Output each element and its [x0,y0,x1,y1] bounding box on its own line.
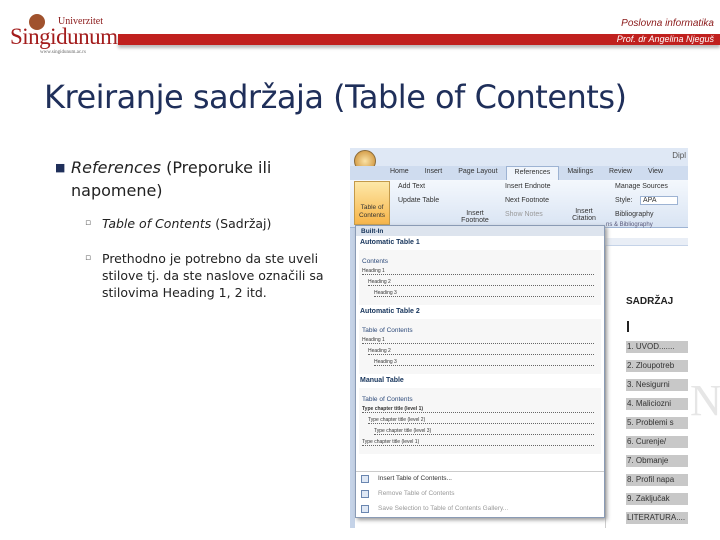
toc-entry: 5. Problemi s [626,417,688,429]
watermark: NI [690,376,720,425]
document-page[interactable]: SADRŽAJ 1. UVOD....... 2. Zloupotreb 3. … [605,246,688,528]
gallery-item-manual[interactable]: Manual Table Table of Contents Type chap… [356,374,604,454]
ribbon: Table of Contents Add Text Update Table … [350,180,688,228]
menu-label: Save Selection to Table of Contents Gall… [378,505,509,512]
insert-toc-icon [361,475,369,483]
table-of-contents-button[interactable]: Table of Contents [354,181,390,225]
tab-home[interactable]: Home [382,166,417,180]
course-name: Poslovna informatika [621,18,714,29]
university-logo: Univerzitet Singidunum www.singidunum.ac… [10,14,120,55]
ribbon-tabs: Home Insert Page Layout References Maili… [350,166,688,180]
toc-entry: 7. Obmanje [626,455,688,467]
save-gallery-icon [361,505,369,513]
bullet-italic: References [71,158,161,177]
logo-main-text: Singidunum [10,24,118,49]
manage-sources-button[interactable]: Manage Sources [615,183,668,190]
remove-toc-menu-item[interactable]: Remove Table of Contents [356,487,604,502]
preview-line: Heading 2 [368,279,594,286]
toc-entry: LITERATURA.... [626,512,688,524]
remove-toc-icon [361,490,369,498]
group-label: ns & Bibliography [606,222,653,228]
gallery-title: Automatic Table 2 [360,308,420,315]
text-cursor [627,321,629,332]
save-selection-menu-item[interactable]: Save Selection to Table of Contents Gall… [356,502,604,517]
document-title: Dipl [672,151,686,160]
professor-name: Prof. dr Angelina Njeguš [616,34,714,44]
preview-heading: Table of Contents [362,327,413,334]
add-text-button[interactable]: Add Text [398,183,425,190]
toc-entry: 4. Maliciozni [626,398,688,410]
slide-title: Kreiranje sadržaja (Table of Contents) [44,78,627,116]
toc-entry: 6. Curenje/ [626,436,688,448]
gallery-title: Manual Table [360,377,404,384]
gallery-item-automatic-2[interactable]: Automatic Table 2 Table of Contents Head… [356,305,604,374]
menu-label: Insert Table of Contents... [378,475,452,482]
insert-toc-menu-item[interactable]: Insert Table of Contents... [356,472,604,487]
preview-heading: Contents [362,258,389,265]
document-heading: SADRŽAJ [626,296,674,307]
horizontal-ruler [605,238,688,246]
bullet-icon: ▫ [85,218,92,228]
tab-mailings[interactable]: Mailings [559,166,601,180]
toc-entry: 3. Nesigurni [626,379,688,391]
toc-dropdown: Built-In Automatic Table 1 Contents Head… [355,225,605,518]
subbullet-text: (Sadržaj) [211,216,272,231]
toc-entry: 9. Zaključak [626,493,688,505]
next-footnote-button[interactable]: Next Footnote [505,197,549,204]
style-label: Style: [615,197,633,204]
menu-label: Remove Table of Contents [378,490,455,497]
insert-citation-button[interactable]: Insert Citation [568,208,600,222]
dropdown-header: Built-In [356,226,604,236]
tab-references[interactable]: References [505,166,560,180]
preview-line: Heading 1 [362,268,594,275]
preview-line: Type chapter title (level 1) [362,439,594,446]
style-select[interactable]: APA [640,196,678,205]
tab-review[interactable]: Review [601,166,640,180]
preview-line: Heading 2 [368,348,594,355]
preview-line: Heading 1 [362,337,594,344]
subbullet-text: Prethodno je potrebno da ste uveli stilo… [102,251,324,300]
tab-insert[interactable]: Insert [417,166,451,180]
toc-entry: 2. Zloupotreb [626,360,688,372]
toc-entry: 1. UVOD....... [626,341,688,353]
word-screenshot: Dipl Home Insert Page Layout References … [350,148,688,528]
preview-heading: Table of Contents [362,396,413,403]
subbullet-styles: ▫ Prethodno je potrebno da ste uveli sti… [85,250,335,301]
subbullet-toc: ▫ Table of Contents (Sadržaj) [85,215,335,232]
bullet-icon: ■ [55,161,66,174]
bullet-references: ■ References (Preporuke ili napomene) [55,156,325,202]
insert-footnote-button[interactable]: Insert Footnote [460,210,490,224]
preview-line: Type chapter title (level 3) [374,428,594,435]
tab-view[interactable]: View [640,166,671,180]
gallery-item-automatic-1[interactable]: Automatic Table 1 Contents Heading 1 Hea… [356,236,604,305]
subbullet-italic: Table of Contents [102,216,212,231]
dropdown-actions: Insert Table of Contents... Remove Table… [356,471,604,517]
toc-entry: 8. Profil napa [626,474,688,486]
preview-line: Heading 3 [374,290,594,297]
show-notes-button[interactable]: Show Notes [505,211,543,218]
preview-line: Type chapter title (level 2) [368,417,594,424]
bibliography-button[interactable]: Bibliography [615,211,654,218]
quick-access-toolbar: Dipl [350,148,688,166]
logo-url-text: www.singidunum.ac.rs [40,50,86,55]
preview-line: Heading 3 [374,359,594,366]
preview-line: Type chapter title (level 1) [362,406,594,413]
gallery-title: Automatic Table 1 [360,239,420,246]
bullet-icon: ▫ [85,253,92,263]
insert-endnote-button[interactable]: Insert Endnote [505,183,551,190]
tab-page-layout[interactable]: Page Layout [450,166,505,180]
update-table-button[interactable]: Update Table [398,197,439,204]
